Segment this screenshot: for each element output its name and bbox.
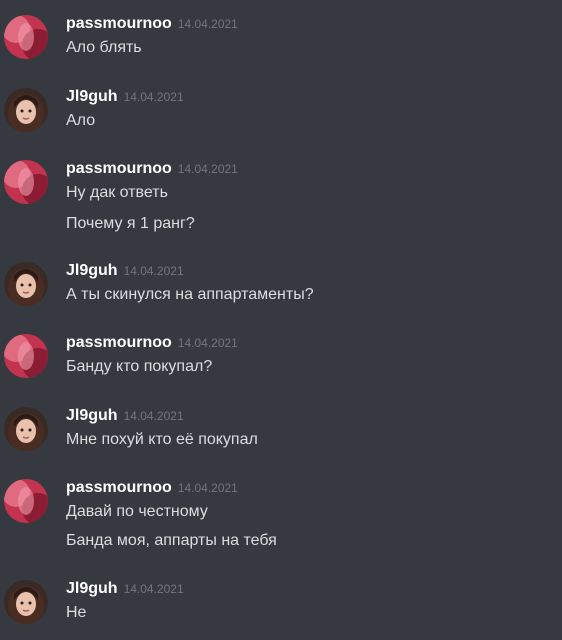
pink-avatar-icon[interactable] bbox=[4, 15, 48, 59]
username[interactable]: Jl9guh bbox=[66, 88, 118, 105]
message-header: Jl9guh 14.04.2021 bbox=[66, 262, 184, 282]
message-text: Почему я 1 ранг? bbox=[66, 215, 195, 232]
chat-messages: passmournoo 14.04.2021 Ало блять Jl9guh 14… bbox=[0, 0, 562, 640]
message-text: Банду кто покупал? bbox=[66, 358, 213, 375]
girl-avatar-icon[interactable] bbox=[4, 580, 48, 624]
message-text: Ало блять bbox=[66, 39, 142, 56]
timestamp: 14.04.2021 bbox=[123, 90, 184, 104]
message-text: Ало bbox=[66, 112, 96, 129]
username[interactable]: passmournoo bbox=[66, 334, 172, 351]
message-header: Jl9guh 14.04.2021 bbox=[66, 580, 184, 600]
girl-avatar-icon[interactable] bbox=[4, 262, 48, 306]
username[interactable]: passmournoo bbox=[66, 479, 172, 496]
username[interactable]: passmournoo bbox=[66, 15, 172, 32]
message-header: passmournoo 14.04.2021 bbox=[66, 160, 238, 180]
timestamp: 14.04.2021 bbox=[123, 264, 184, 278]
message-text: Банда моя, аппарты на тебя bbox=[66, 532, 277, 549]
message-text: Давай по честному bbox=[66, 503, 208, 520]
pink-avatar-icon[interactable] bbox=[4, 160, 48, 204]
message-header: passmournoo 14.04.2021 bbox=[66, 15, 238, 35]
timestamp: 14.04.2021 bbox=[123, 409, 184, 423]
username[interactable]: passmournoo bbox=[66, 160, 172, 177]
message-header: Jl9guh 14.04.2021 bbox=[66, 88, 184, 108]
timestamp: 14.04.2021 bbox=[177, 17, 238, 31]
username[interactable]: Jl9guh bbox=[66, 407, 118, 424]
message-text: А ты скинулся на аппартаменты? bbox=[66, 286, 314, 303]
timestamp: 14.04.2021 bbox=[177, 162, 238, 176]
pink-avatar-icon[interactable] bbox=[4, 334, 48, 378]
timestamp: 14.04.2021 bbox=[177, 481, 238, 495]
message-header: Jl9guh 14.04.2021 bbox=[66, 407, 184, 427]
pink-avatar-icon[interactable] bbox=[4, 479, 48, 523]
girl-avatar-icon[interactable] bbox=[4, 88, 48, 132]
username[interactable]: Jl9guh bbox=[66, 262, 118, 279]
girl-avatar-icon[interactable] bbox=[4, 407, 48, 451]
message-header: passmournoo 14.04.2021 bbox=[66, 334, 238, 354]
message-text: Ну дак ответь bbox=[66, 184, 168, 201]
message-text: Мне похуй кто её покупал bbox=[66, 431, 258, 448]
timestamp: 14.04.2021 bbox=[123, 582, 184, 596]
message-header: passmournoo 14.04.2021 bbox=[66, 479, 238, 499]
message-text: Не bbox=[66, 604, 87, 621]
timestamp: 14.04.2021 bbox=[177, 336, 238, 350]
username[interactable]: Jl9guh bbox=[66, 580, 118, 597]
